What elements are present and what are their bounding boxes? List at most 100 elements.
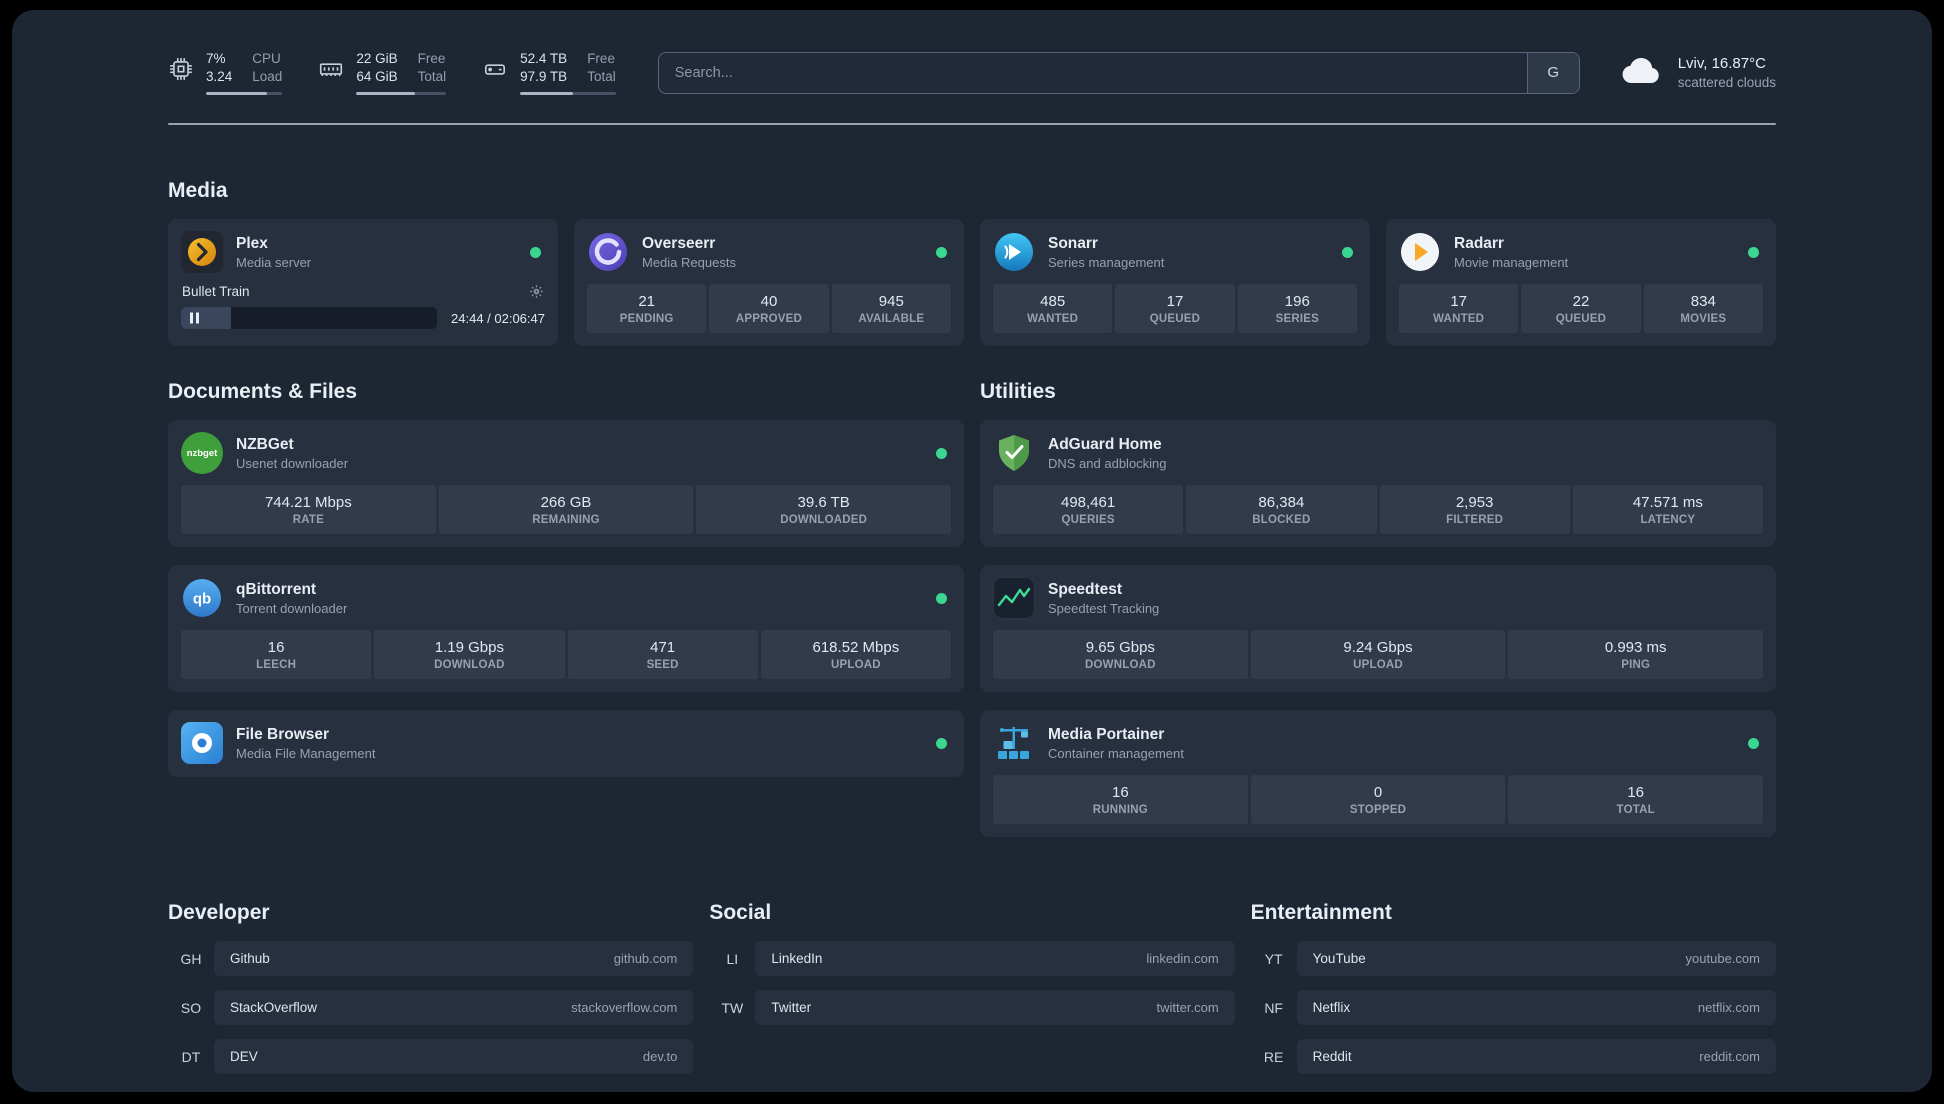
stat-tile: 196 SERIES — [1237, 284, 1357, 333]
stat-tile: 86,384 BLOCKED — [1186, 485, 1377, 534]
status-dot — [1748, 737, 1759, 749]
service-name: File Browser — [236, 725, 330, 743]
service-desc: DNS and adblocking — [1048, 455, 1167, 471]
bookmark-netflix[interactable]: NF Netflix netflix.com — [1251, 990, 1776, 1025]
bookmark-reddit[interactable]: RE Reddit reddit.com — [1251, 1039, 1776, 1074]
disk-icon — [482, 56, 508, 82]
service-name: AdGuard Home — [1048, 435, 1162, 453]
service-name: Media Portainer — [1048, 725, 1165, 743]
stat-tile: 266 GB REMAINING — [438, 485, 694, 534]
status-dot — [530, 246, 541, 258]
cpu-meter — [206, 92, 283, 95]
stat-tile: 834 MOVIES — [1643, 284, 1763, 333]
stat-tile: 17 WANTED — [1399, 284, 1519, 333]
disk-free-label: Free — [587, 51, 615, 66]
playback-progress-bar[interactable] — [181, 307, 438, 329]
bookmark-twitter[interactable]: TW Twitter twitter.com — [709, 990, 1235, 1025]
service-name: NZBGet — [236, 435, 294, 453]
bookmark-abbr: NF — [1264, 999, 1283, 1016]
radarr-icon — [1399, 231, 1441, 273]
weather-location: Lviv, 16.87°C — [1677, 54, 1766, 72]
service-card-radarr[interactable]: Radarr Movie management 17 WANTED 22 QUEUE… — [1386, 219, 1776, 346]
memory-total-label: Total — [417, 69, 447, 84]
service-card-adguard[interactable]: AdGuard Home DNS and adblocking 498,461 Q… — [980, 420, 1776, 547]
service-card-overseerr[interactable]: Overseerr Media Requests 21 PENDING 40 APP… — [574, 219, 964, 346]
settings-gear-icon[interactable] — [529, 284, 544, 299]
service-name: Overseerr — [642, 234, 716, 252]
section-documents: Documents & Files nzbget NZBGet Usenet d… — [168, 380, 964, 837]
service-desc: Media server — [236, 254, 312, 270]
section-developer: Developer GH Github github.com SO StackO… — [168, 901, 694, 1074]
service-desc: Media File Management — [236, 745, 376, 761]
bookmark-stackoverflow[interactable]: SO StackOverflow stackoverflow.com — [168, 990, 694, 1025]
memory-meter — [356, 92, 447, 95]
memory-free-value: 22 GiB — [356, 51, 398, 66]
bookmark-abbr: DT — [181, 1048, 201, 1065]
stat-tile: 744.21 Mbps RATE — [181, 485, 436, 534]
service-name: Speedtest — [1048, 580, 1123, 598]
filebrowser-icon — [181, 722, 223, 764]
stat-tile: 16 RUNNING — [993, 775, 1248, 824]
section-title-social: Social — [709, 901, 772, 924]
section-utilities: Utilities AdGuard Home DNS and adblockin… — [980, 380, 1776, 837]
stat-tile: 498,461 QUERIES — [993, 485, 1184, 534]
service-desc: Speedtest Tracking — [1048, 600, 1160, 616]
service-card-nzbget[interactable]: nzbget NZBGet Usenet downloader 744.21 M… — [168, 420, 964, 547]
service-name: Sonarr — [1048, 234, 1098, 252]
search-bar: G — [657, 51, 1580, 94]
stat-tile: 1.19 Gbps DOWNLOAD — [374, 630, 565, 679]
plex-icon — [181, 231, 223, 273]
service-desc: Series management — [1048, 254, 1165, 270]
cpu-label: CPU — [252, 51, 281, 66]
weather-widget: Lviv, 16.87°C scattered clouds — [1618, 46, 1776, 99]
service-card-portainer[interactable]: Media Portainer Container management 16 R… — [980, 710, 1776, 837]
bookmark-abbr: YT — [1264, 950, 1283, 967]
cloud-icon — [1618, 46, 1666, 99]
sonarr-icon — [993, 231, 1035, 273]
overseerr-icon — [587, 231, 629, 273]
bookmark-abbr: GH — [180, 950, 202, 967]
stat-tile: 16 LEECH — [181, 630, 372, 679]
service-card-filebrowser[interactable]: File Browser Media File Management — [168, 710, 964, 777]
bookmarks-section: Developer GH Github github.com SO StackO… — [168, 901, 1776, 1092]
service-desc: Movie management — [1454, 254, 1569, 270]
status-dot — [936, 447, 947, 459]
memory-free-label: Free — [417, 51, 446, 66]
weather-condition: scattered clouds — [1677, 74, 1776, 90]
service-desc: Torrent downloader — [236, 600, 348, 616]
search-provider-button[interactable]: G — [1526, 52, 1579, 93]
disk-total-label: Total — [587, 69, 616, 84]
section-title-developer: Developer — [168, 901, 270, 924]
service-card-plex[interactable]: Plex Media server Bullet Train 24:44 / 0… — [168, 219, 558, 346]
bookmark-github[interactable]: GH Github github.com — [168, 941, 694, 976]
stat-tile: 47.571 ms LATENCY — [1572, 485, 1763, 534]
adguard-shield-icon — [993, 432, 1035, 474]
playback-time: 24:44 / 02:06:47 — [451, 310, 545, 326]
bookmark-linkedin[interactable]: LI LinkedIn linkedin.com — [709, 941, 1235, 976]
bookmark-dev[interactable]: DT DEV dev.to — [168, 1039, 694, 1074]
memory-icon — [318, 56, 344, 82]
section-media: Media Plex Media server Bullet Train 24:… — [168, 179, 1776, 346]
playback-progress-fill — [181, 307, 231, 329]
memory-widget: 22 GiB 64 GiB Free Total — [318, 50, 447, 95]
service-card-sonarr[interactable]: Sonarr Series management 485 WANTED 17 QUE… — [980, 219, 1370, 346]
cpu-load-value: 3.24 — [206, 69, 233, 84]
stat-tile: 2,953 FILTERED — [1379, 485, 1570, 534]
top-bar: 7% 3.24 CPU Load 22 GiB 64 GiB Free Tota… — [168, 46, 1776, 99]
service-desc: Usenet downloader — [236, 455, 349, 471]
section-title-media: Media — [168, 179, 228, 202]
pause-icon[interactable] — [190, 312, 199, 324]
service-card-speedtest[interactable]: Speedtest Speedtest Tracking 9.65 Gbps DO… — [980, 565, 1776, 692]
stat-tile: 485 WANTED — [993, 284, 1113, 333]
service-card-qbittorrent[interactable]: qb qBittorrent Torrent downloader 16 LEEC… — [168, 565, 964, 692]
service-name: Plex — [236, 234, 268, 252]
cpu-percent: 7% — [206, 51, 226, 66]
stat-tile: 0.993 ms PING — [1508, 630, 1764, 679]
search-input[interactable] — [658, 52, 1527, 93]
dashboard-page: 7% 3.24 CPU Load 22 GiB 64 GiB Free Tota… — [12, 10, 1932, 1092]
disk-meter — [520, 92, 616, 95]
stat-tile: 16 TOTAL — [1508, 775, 1764, 824]
bookmark-youtube[interactable]: YT YouTube youtube.com — [1251, 941, 1776, 976]
stat-tile: 945 AVAILABLE — [831, 284, 951, 333]
now-playing-title: Bullet Train — [182, 284, 250, 299]
